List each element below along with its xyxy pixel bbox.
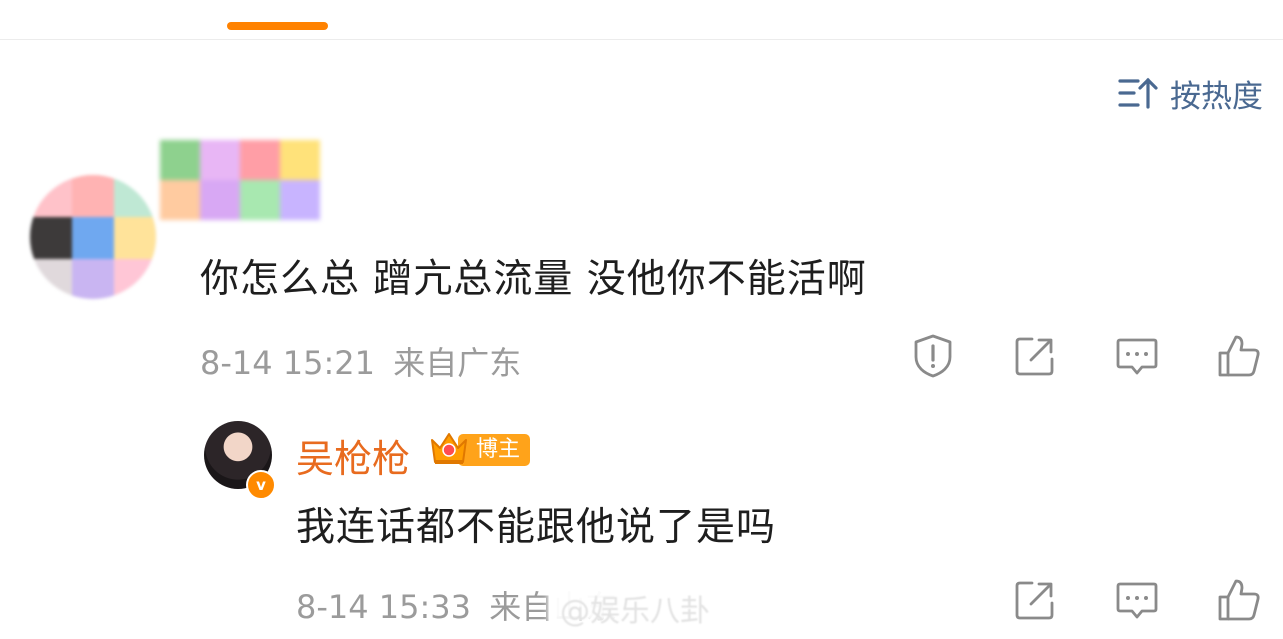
repost-icon[interactable] — [1012, 577, 1058, 623]
repost-icon[interactable] — [1012, 333, 1058, 379]
reply-date: 8-14 15:33 — [296, 588, 472, 626]
top-divider — [0, 39, 1283, 40]
reply-text: 我连话都不能跟他说了是吗 — [296, 505, 777, 550]
comment-icon[interactable] — [1114, 333, 1160, 379]
sort-by-hot-button[interactable]: 按热度 — [1118, 72, 1263, 115]
like-icon[interactable] — [1216, 333, 1262, 379]
comment-meta: 8-14 15:21 来自广东 — [200, 338, 521, 384]
like-icon[interactable] — [1216, 577, 1262, 623]
comment-location: 来自广东 — [393, 344, 522, 382]
report-icon[interactable] — [910, 333, 956, 379]
sort-label: 按热度 — [1170, 78, 1263, 115]
comment-date: 8-14 15:21 — [200, 344, 376, 382]
crown-icon — [428, 428, 470, 468]
commenter-avatar[interactable] — [30, 175, 156, 299]
comment-icon[interactable] — [1114, 577, 1160, 623]
comment-text: 你怎么总 蹭亢总流量 没他你不能活啊 — [200, 257, 867, 302]
active-tab-indicator — [227, 22, 328, 30]
verified-badge: v — [246, 470, 276, 500]
watermark-text: @娱乐八卦 — [560, 594, 710, 629]
commenter-username-obscured — [160, 140, 340, 224]
sort-icon — [1118, 75, 1158, 111]
reply-username[interactable]: 吴枪枪 — [296, 428, 410, 483]
